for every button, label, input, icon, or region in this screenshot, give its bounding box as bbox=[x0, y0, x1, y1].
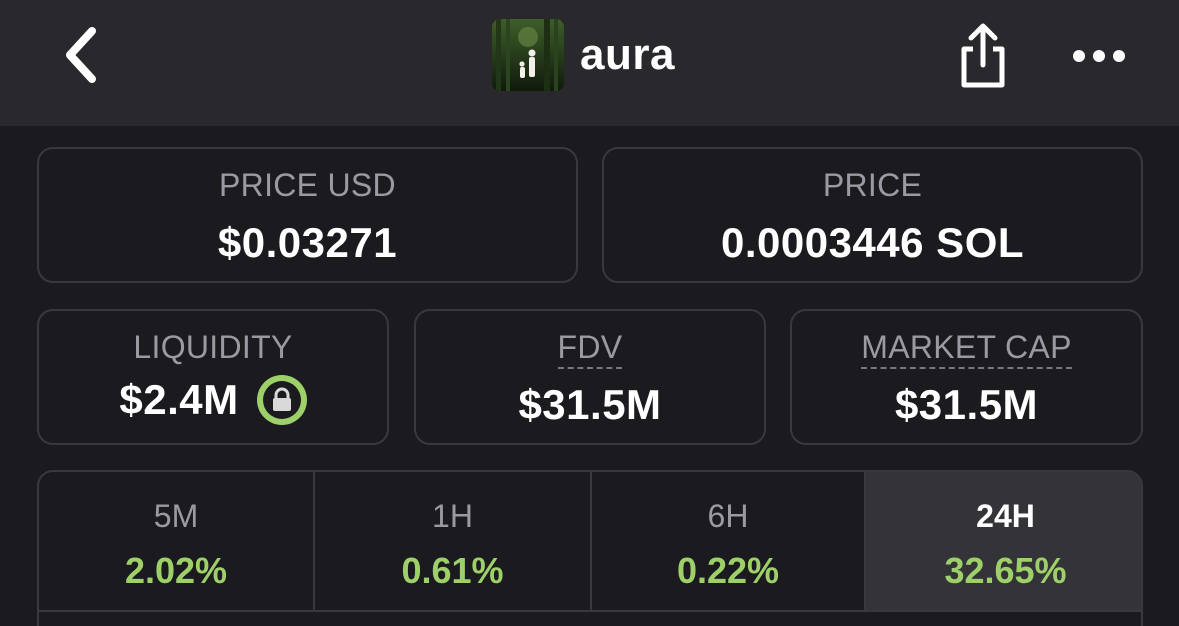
tab-6h[interactable]: 6H 0.22% bbox=[590, 472, 864, 610]
token-title: aura bbox=[492, 19, 675, 91]
price-sol-card: PRICE 0.0003446 SOL bbox=[602, 147, 1143, 283]
token-avatar bbox=[492, 19, 564, 91]
liquidity-lock-badge[interactable] bbox=[256, 375, 307, 425]
market-cap-value: $31.5M bbox=[894, 381, 1039, 428]
tab-label: 5M bbox=[153, 498, 199, 534]
share-icon bbox=[961, 23, 1005, 88]
tab-change: 0.61% bbox=[401, 550, 504, 591]
price-usd-label: PRICE USD bbox=[219, 167, 396, 203]
back-button[interactable] bbox=[52, 22, 108, 88]
liquidity-value: $2.4M bbox=[119, 376, 239, 423]
tabs-divider bbox=[39, 610, 1141, 612]
price-usd-card: PRICE USD $0.03271 bbox=[37, 147, 578, 283]
tab-5m[interactable]: 5M 2.02% bbox=[39, 472, 313, 610]
price-usd-value: $0.03271 bbox=[217, 219, 398, 266]
price-sol-value: 0.0003446 SOL bbox=[720, 219, 1025, 266]
market-cap-label-wrap: MARKET CAP bbox=[792, 329, 1141, 369]
lock-icon bbox=[272, 387, 291, 411]
share-button[interactable] bbox=[950, 20, 1016, 92]
tab-change: 0.22% bbox=[676, 550, 780, 591]
more-dots-icon bbox=[1073, 50, 1125, 62]
tab-24h[interactable]: 24H 32.65% bbox=[864, 472, 1141, 610]
timeframe-tabs: 5M 2.02% 1H 0.61% 6H 0.22% 24H 32.65% bbox=[37, 470, 1143, 626]
top-header-bar: aura bbox=[0, 0, 1179, 126]
liquidity-label: LIQUIDITY bbox=[133, 329, 293, 365]
liquidity-value-row: $2.4M bbox=[39, 375, 387, 425]
more-options-button[interactable] bbox=[1064, 36, 1134, 76]
token-detail-screen: aura PRICE USD $0.03271 PRICE 0.0003446 … bbox=[0, 0, 1179, 626]
tab-change: 2.02% bbox=[124, 550, 228, 591]
token-name: aura bbox=[580, 30, 675, 79]
tab-1h[interactable]: 1H 0.61% bbox=[313, 472, 590, 610]
fdv-label-wrap: FDV bbox=[416, 329, 764, 369]
fdv-card[interactable]: FDV $31.5M bbox=[414, 309, 766, 445]
tab-change: 32.65% bbox=[944, 550, 1067, 591]
liquidity-card: LIQUIDITY $2.4M bbox=[37, 309, 389, 445]
fdv-value: $31.5M bbox=[518, 381, 662, 428]
price-sol-label: PRICE bbox=[822, 167, 923, 203]
chevron-left-icon bbox=[66, 27, 96, 83]
market-cap-label: MARKET CAP bbox=[861, 329, 1072, 369]
market-cap-card[interactable]: MARKET CAP $31.5M bbox=[790, 309, 1143, 445]
tab-label: 1H bbox=[432, 498, 473, 534]
fdv-label: FDV bbox=[557, 329, 623, 369]
tab-label: 24H bbox=[976, 498, 1035, 534]
tab-label: 6H bbox=[707, 498, 749, 534]
